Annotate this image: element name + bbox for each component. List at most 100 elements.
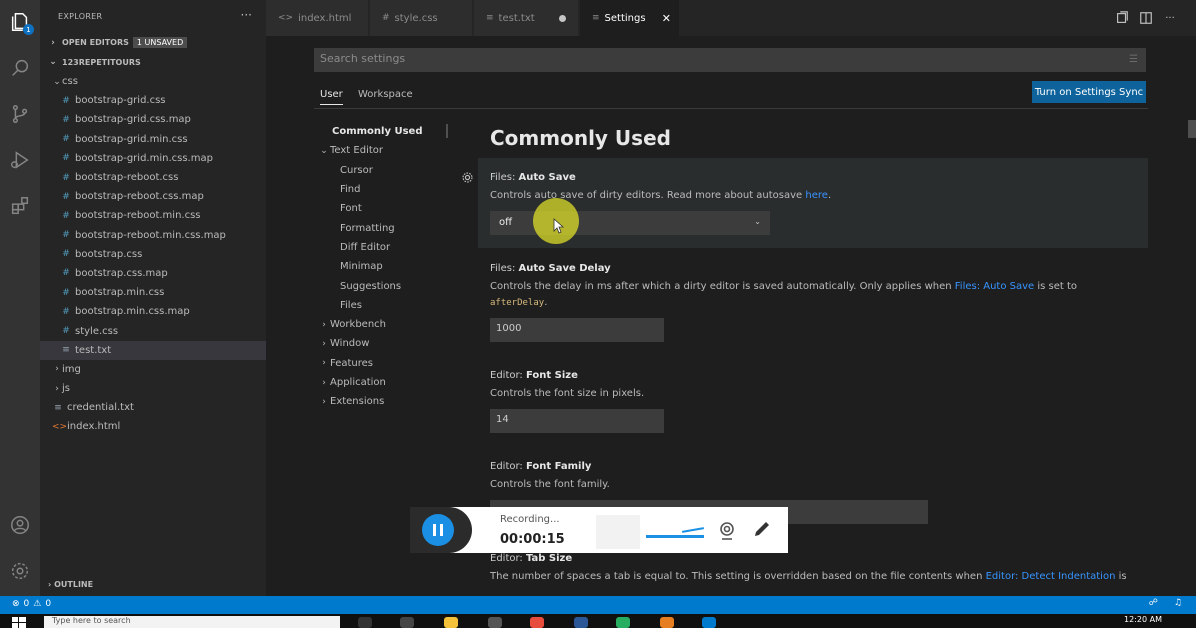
file-tree-item[interactable]: # bootstrap-reboot.min.css: [40, 206, 266, 225]
taskbar-app-icon[interactable]: [660, 617, 674, 628]
setting-gear-icon[interactable]: [461, 171, 475, 185]
file-tree-item[interactable]: # bootstrap.min.css.map: [40, 302, 266, 321]
toc-label: Font: [340, 203, 362, 215]
toc-item[interactable]: Cursor: [314, 161, 454, 180]
volume-slider[interactable]: [646, 535, 704, 538]
taskbar-app-icon[interactable]: [530, 617, 544, 628]
files-auto-save-link[interactable]: Files: Auto Save: [955, 281, 1034, 292]
auto-save-select[interactable]: off ⌄: [490, 211, 770, 235]
file-explorer-icon[interactable]: [444, 617, 458, 628]
toc-item[interactable]: Find: [314, 180, 454, 199]
open-editors-section[interactable]: › OPEN EDITORS 1 UNSAVED: [48, 37, 188, 48]
chevron-right-icon: ›: [322, 358, 326, 369]
file-tree-label: bootstrap.min.css.map: [75, 306, 190, 318]
file-tree-item[interactable]: › img: [40, 360, 266, 379]
toc-item[interactable]: Minimap: [314, 257, 454, 276]
tab-index-html[interactable]: <> index.html: [266, 0, 369, 36]
file-tree-item[interactable]: <> index.html: [40, 417, 266, 436]
pen-icon[interactable]: [752, 519, 772, 539]
volume-slider-handle[interactable]: [681, 527, 705, 533]
search-settings-input[interactable]: Search settings ☰: [314, 48, 1146, 72]
taskbar-app-icon[interactable]: [488, 617, 502, 628]
manage-gear-icon[interactable]: [8, 559, 32, 583]
font-size-description: Controls the font size in pixels.: [490, 388, 645, 399]
task-view-icon[interactable]: [358, 617, 372, 628]
pause-button[interactable]: [422, 514, 454, 546]
toc-item[interactable]: › Application: [314, 373, 454, 392]
file-tree-item[interactable]: # bootstrap-reboot.min.css.map: [40, 226, 266, 245]
more-actions-icon[interactable]: ···: [241, 8, 252, 22]
toc-scroll-indicator: [446, 124, 448, 138]
settings-sync-button[interactable]: Turn on Settings Sync: [1032, 81, 1146, 103]
account-icon[interactable]: [8, 513, 32, 537]
file-tree-item[interactable]: # bootstrap.min.css: [40, 283, 266, 302]
filter-icon[interactable]: ☰: [1129, 54, 1138, 65]
open-changes-icon[interactable]: [1114, 10, 1130, 26]
file-tree-item[interactable]: # bootstrap-grid.css: [40, 91, 266, 110]
file-tree-item[interactable]: # bootstrap-reboot.css.map: [40, 187, 266, 206]
toc-item[interactable]: Commonly Used: [314, 122, 454, 141]
tab-test-txt[interactable]: ≡ test.txt: [474, 0, 579, 36]
toc-item[interactable]: Suggestions: [314, 276, 454, 295]
close-icon[interactable]: ✕: [662, 12, 671, 25]
run-debug-icon[interactable]: [8, 148, 32, 172]
file-tree-item[interactable]: # bootstrap-grid.min.css.map: [40, 149, 266, 168]
toc-item[interactable]: Diff Editor: [314, 238, 454, 257]
recording-label: Recording...: [500, 514, 560, 525]
file-tree-item[interactable]: # bootstrap-grid.css.map: [40, 110, 266, 129]
problems-indicator[interactable]: ⊗ 0 ⚠ 0: [12, 599, 51, 609]
auto-save-delay-input[interactable]: 1000: [490, 318, 664, 342]
toc-item[interactable]: › Window: [314, 334, 454, 353]
scope-divider: [314, 108, 1148, 109]
toc-item[interactable]: Font: [314, 199, 454, 218]
taskbar-app-icon[interactable]: [574, 617, 588, 628]
font-family-description: Controls the font family.: [490, 479, 610, 490]
search-icon[interactable]: [8, 56, 32, 80]
file-tree-item[interactable]: ≡ credential.txt: [40, 398, 266, 417]
file-tree-item[interactable]: # bootstrap-grid.min.css: [40, 130, 266, 149]
explorer-badge: 1: [23, 24, 34, 35]
file-tree-item[interactable]: › js: [40, 379, 266, 398]
chrome-icon[interactable]: [616, 617, 630, 628]
windows-start-icon[interactable]: [12, 617, 26, 628]
toc-item[interactable]: Files: [314, 296, 454, 315]
editor-scrollbar[interactable]: [1188, 120, 1196, 138]
split-editor-icon[interactable]: [1138, 10, 1154, 26]
tab-settings[interactable]: ≡ Settings ✕: [580, 0, 680, 36]
toc-item[interactable]: › Features: [314, 354, 454, 373]
file-tree-item[interactable]: # bootstrap.css.map: [40, 264, 266, 283]
source-control-icon[interactable]: [8, 102, 32, 126]
outline-section[interactable]: › OUTLINE: [48, 580, 93, 589]
css-file-icon: #: [62, 153, 70, 164]
taskbar-clock: 12:20 AM: [1124, 615, 1162, 624]
webcam-icon[interactable]: [716, 519, 738, 541]
folder-section[interactable]: ⌄ 123REPETITOURS: [48, 57, 141, 67]
taskbar-search-input[interactable]: Type here to search: [44, 616, 340, 628]
taskbar-app-icon[interactable]: [400, 617, 414, 628]
tab-workspace[interactable]: Workspace: [358, 89, 413, 100]
toc-item[interactable]: › Workbench: [314, 315, 454, 334]
autosave-help-link[interactable]: here: [805, 190, 828, 201]
file-tree-label: bootstrap-grid.css.map: [75, 114, 191, 126]
more-editor-actions-icon[interactable]: ···: [1162, 10, 1178, 26]
chevron-right-icon: ›: [322, 396, 326, 407]
file-tree-item[interactable]: ⌄ css: [40, 72, 266, 91]
files-icon[interactable]: 1: [8, 10, 34, 35]
tab-style-css[interactable]: # style.css: [370, 0, 473, 36]
toc-item[interactable]: › Extensions: [314, 392, 454, 411]
vscode-icon[interactable]: [702, 617, 716, 628]
extensions-icon[interactable]: [8, 194, 32, 218]
file-tree-item[interactable]: # bootstrap-reboot.css: [40, 168, 266, 187]
notifications-icon[interactable]: ♫: [1174, 598, 1182, 608]
file-tree-item[interactable]: # style.css: [40, 321, 266, 340]
toc-item[interactable]: ⌄ Text Editor: [314, 141, 454, 160]
toc-item[interactable]: Formatting: [314, 218, 454, 237]
unsaved-dot-icon[interactable]: [559, 14, 566, 22]
tab-user[interactable]: User: [320, 89, 343, 105]
auto-save-description: Controls auto save of dirty editors. Rea…: [490, 190, 832, 201]
feedback-icon[interactable]: ☍: [1149, 598, 1158, 608]
file-tree-item[interactable]: # bootstrap.css: [40, 245, 266, 264]
detect-indentation-link[interactable]: Editor: Detect Indentation: [986, 571, 1116, 582]
file-tree-item[interactable]: ≡ test.txt: [40, 340, 266, 360]
font-size-input[interactable]: 14: [490, 409, 664, 433]
